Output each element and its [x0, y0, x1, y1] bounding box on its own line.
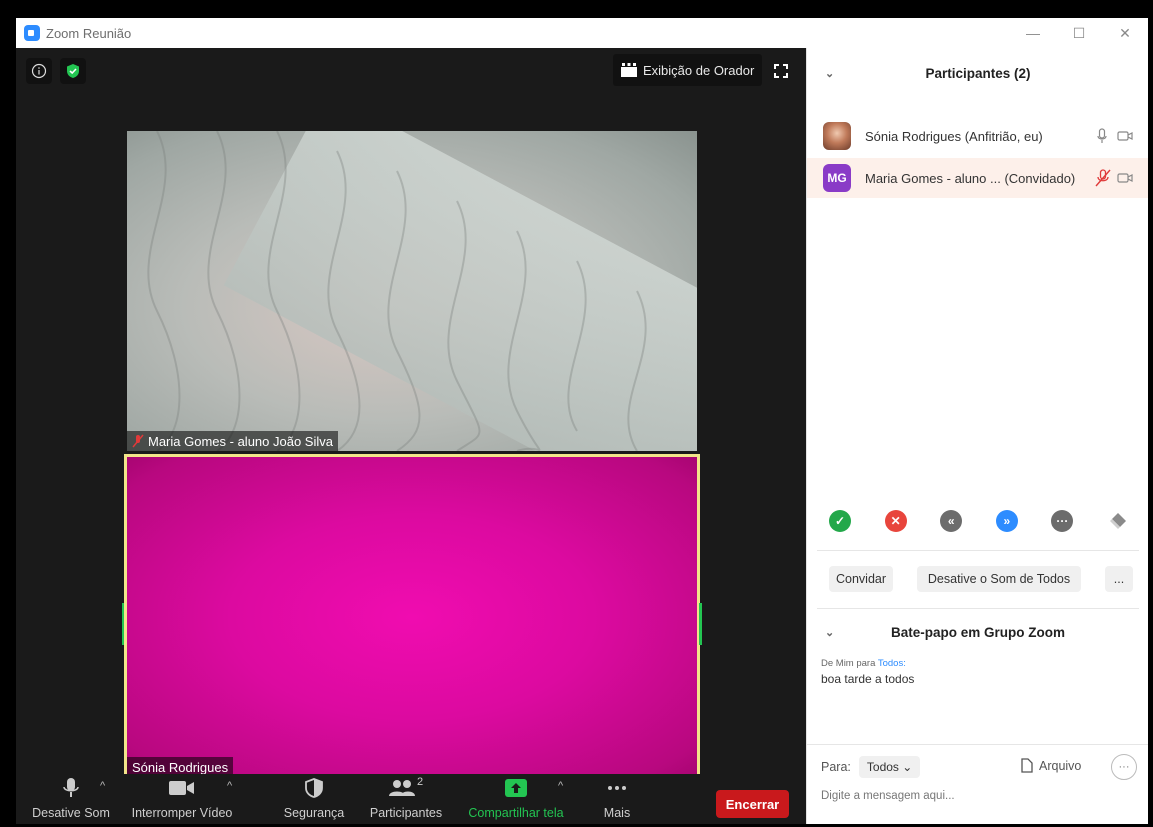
camera-icon[interactable]	[1117, 130, 1133, 142]
share-screen-label: Compartilhar tela	[468, 806, 564, 820]
chat-input[interactable]: Digite a mensagem aqui...	[821, 790, 955, 802]
mute-all-button[interactable]: Desative o Som de Todos	[917, 566, 1081, 592]
participants-title: Participantes (2)	[925, 65, 1031, 81]
recipient-select[interactable]: Todos ⌄	[858, 756, 921, 778]
chat-message-meta: De Mim para Todos:	[821, 658, 906, 669]
info-icon[interactable]	[26, 58, 52, 84]
encryption-shield-icon[interactable]	[60, 58, 86, 84]
share-screen-button[interactable]: Compartilhar tela	[458, 774, 574, 824]
wallpaper-pattern	[147, 131, 647, 451]
file-icon	[1021, 758, 1033, 773]
video-tile-maria[interactable]: Maria Gomes - aluno João Silva	[127, 131, 697, 451]
participant-name: Maria Gomes - aluno ... (Convidado)	[865, 170, 1076, 186]
shield-icon	[305, 778, 323, 798]
chevron-up-icon[interactable]: ^	[100, 780, 105, 792]
speaker-view-button[interactable]: Exibição de Orador	[613, 54, 763, 86]
nonverbal-feedback-bar: ✓ ✕ « » ···	[829, 510, 1129, 540]
window-title: Zoom Reunião	[46, 25, 132, 41]
meeting-info-icons	[26, 58, 86, 84]
divider	[807, 744, 1148, 745]
chat-recipient[interactable]: Todos:	[878, 658, 906, 669]
no-icon[interactable]: ✕	[884, 510, 907, 532]
chat-more-icon[interactable]: ···	[1111, 754, 1137, 780]
active-speaker-indicator	[699, 603, 702, 645]
avatar	[823, 122, 851, 150]
minimize-button[interactable]: —	[1010, 18, 1056, 48]
to-label: Para:	[821, 760, 851, 774]
chat-sender: De Mim para	[821, 658, 876, 669]
security-label: Segurança	[283, 806, 345, 820]
grid-view-icon	[621, 63, 637, 77]
muted-mic-icon[interactable]	[1095, 169, 1111, 187]
avatar: MG	[823, 164, 851, 192]
file-label: Arquivo	[1039, 758, 1082, 773]
participants-button[interactable]: 2 Participantes	[364, 774, 448, 824]
go-faster-icon[interactable]: »	[995, 510, 1018, 532]
participant-row[interactable]: Sónia Rodrigues (Anfitrião, eu)	[807, 116, 1148, 156]
chevron-up-icon[interactable]: ^	[558, 780, 563, 792]
maximize-button[interactable]: ☐	[1056, 18, 1102, 48]
video-area: Exibição de Orador Maria Gomes - aluno J…	[16, 48, 806, 824]
chevron-down-icon[interactable]: ⌄	[825, 626, 834, 639]
chevron-up-icon[interactable]: ^	[227, 780, 232, 792]
go-slower-icon[interactable]: «	[940, 510, 963, 532]
participants-panel: ⌄ Participantes (2) Sónia Rodrigues (Anf…	[806, 48, 1148, 824]
more-options-button[interactable]: ...	[1105, 566, 1133, 592]
participants-header: ⌄ Participantes (2)	[807, 60, 1148, 86]
chat-title: Bate-papo em Grupo Zoom	[890, 624, 1065, 640]
end-meeting-button[interactable]: Encerrar	[716, 790, 789, 818]
tile-name: Sónia Rodrigues	[132, 759, 229, 775]
muted-mic-icon	[132, 434, 144, 448]
fullscreen-icon[interactable]	[768, 58, 794, 84]
meeting-toolbar: Desative Som ^ Interromper Vídeo ^ Segur…	[16, 774, 806, 824]
title-bar: Zoom Reunião — ☐ ✕	[16, 18, 1148, 48]
clear-icon[interactable]	[1107, 510, 1129, 532]
chat-message: boa tarde a todos	[821, 672, 915, 686]
camera-icon[interactable]	[1117, 172, 1133, 184]
participant-row[interactable]: MG Maria Gomes - aluno ... (Convidado)	[807, 158, 1148, 198]
close-button[interactable]: ✕	[1102, 18, 1148, 48]
chevron-down-icon[interactable]: ⌄	[825, 67, 834, 80]
zoom-window: Zoom Reunião — ☐ ✕ Exibição de Orador Ma…	[16, 18, 1148, 824]
tile-name: Maria Gomes - aluno João Silva	[148, 433, 333, 449]
more-reactions-icon[interactable]: ···	[1051, 510, 1074, 532]
more-button[interactable]: Mais	[594, 774, 640, 824]
microphone-icon[interactable]	[1097, 128, 1107, 144]
participants-icon	[388, 780, 415, 796]
more-dots-icon	[608, 786, 626, 790]
zoom-app-icon	[24, 25, 40, 41]
yes-icon[interactable]: ✓	[829, 510, 851, 532]
tile-name-label: Maria Gomes - aluno João Silva	[127, 431, 338, 451]
stop-video-label: Interromper Vídeo	[131, 806, 233, 820]
stop-video-button[interactable]: Interromper Vídeo	[124, 774, 240, 824]
chat-header: ⌄ Bate-papo em Grupo Zoom	[807, 620, 1148, 644]
video-tile-sonia[interactable]: Sónia Rodrigues	[124, 454, 700, 780]
divider	[817, 550, 1139, 551]
file-button[interactable]: Arquivo	[1021, 758, 1081, 773]
window-controls: — ☐ ✕	[1010, 18, 1148, 48]
chat-composer-controls: Para: Todos ⌄ Arquivo ···	[821, 754, 1141, 780]
microphone-icon	[63, 778, 79, 797]
divider	[817, 608, 1139, 609]
invite-button[interactable]: Convidar	[829, 566, 893, 592]
screenshot-frame: Zoom Reunião — ☐ ✕ Exibição de Orador Ma…	[0, 0, 1153, 827]
share-screen-icon	[505, 779, 527, 797]
participant-name: Sónia Rodrigues (Anfitrião, eu)	[865, 128, 1043, 144]
security-button[interactable]: Segurança	[278, 774, 350, 824]
more-label: Mais	[603, 806, 631, 820]
recipient-value: Todos	[866, 760, 899, 774]
participants-label: Participantes	[369, 806, 443, 820]
camera-icon	[169, 781, 194, 795]
participants-count: 2	[416, 776, 424, 788]
mute-label: Desative Som	[32, 806, 110, 820]
speaker-view-label: Exibição de Orador	[643, 62, 755, 78]
